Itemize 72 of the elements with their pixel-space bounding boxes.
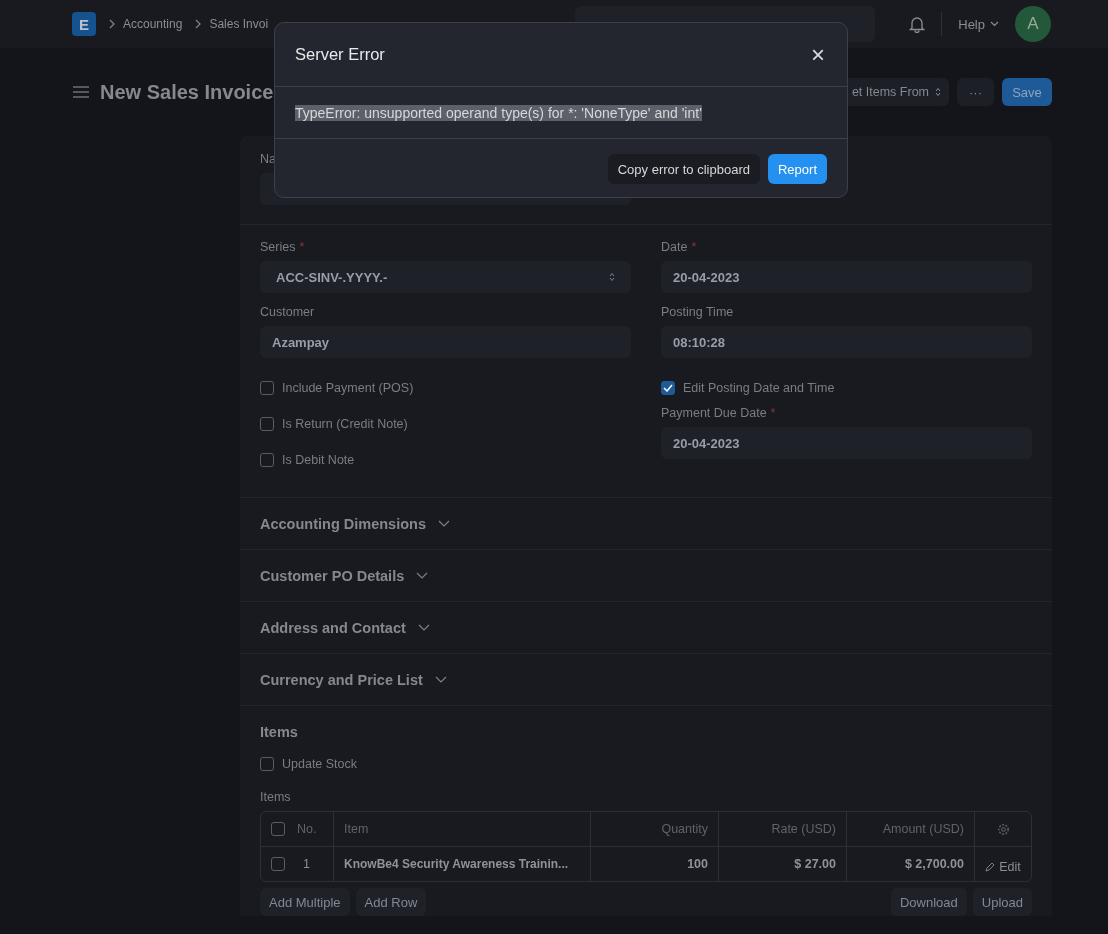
section-header[interactable]: Currency and Price List [240, 654, 1052, 706]
checkbox[interactable] [260, 381, 274, 395]
input-field[interactable]: 08:10:28 [661, 326, 1032, 358]
help-menu-button[interactable]: Help [958, 16, 999, 32]
page-title: New Sales Invoice [100, 80, 274, 104]
more-button[interactable]: ··· [957, 78, 994, 106]
table-cell: 1 [303, 857, 310, 871]
chevron-down-icon [990, 21, 999, 27]
chevron-down-icon [417, 624, 430, 631]
checkbox-label: Is Debit Note [282, 453, 355, 467]
section-header[interactable]: Accounting Dimensions [240, 498, 1052, 550]
chevron-down-icon [416, 572, 429, 579]
bell-icon[interactable] [909, 15, 926, 33]
checkbox-label: Edit Posting Date and Time [683, 381, 835, 395]
checkbox[interactable] [260, 417, 274, 431]
breadcrumb-link[interactable]: Sales Invoi [209, 17, 269, 31]
settings-icon[interactable] [996, 822, 1010, 836]
sort-arrows-icon [935, 87, 941, 97]
checkbox[interactable] [260, 453, 274, 467]
table-cell: 100 [591, 847, 719, 881]
checkbox[interactable] [661, 381, 675, 395]
required-mark: * [691, 240, 697, 254]
select-field[interactable]: ACC-SINV-.YYYY.- [260, 261, 631, 293]
table-button[interactable]: Upload [972, 888, 1032, 916]
column-header: Quantity [591, 812, 719, 846]
chevron-down-icon [437, 520, 450, 527]
required-mark: * [299, 240, 305, 254]
checkbox[interactable] [271, 822, 285, 836]
field-label: Posting Time [661, 305, 734, 319]
table-label: Items [260, 790, 291, 804]
app-logo[interactable]: E [72, 12, 96, 36]
report-button[interactable]: Report [767, 154, 827, 184]
pencil-icon [985, 862, 996, 872]
field-label: Date [661, 240, 688, 254]
column-header: Item [334, 812, 591, 846]
section-header[interactable]: Address and Contact [240, 602, 1052, 654]
dialog-title: Server Error [295, 45, 385, 64]
input-field[interactable]: 20-04-2023 [661, 427, 1032, 459]
checkbox[interactable] [260, 757, 274, 771]
table-button[interactable]: Download [890, 888, 967, 916]
input-field[interactable]: 20-04-2023 [661, 261, 1032, 293]
table-cell: KnowBe4 Security Awareness Trainin... [334, 847, 591, 881]
column-header: Rate (USD) [719, 812, 847, 846]
table-cell: $ 2,700.00 [847, 847, 975, 881]
table-button[interactable]: Add Row [355, 888, 427, 916]
checkbox-label: Is Return (Credit Note) [282, 417, 408, 431]
section-title: Items [260, 724, 298, 740]
section-header[interactable]: Customer PO Details [240, 550, 1052, 602]
field-label: Customer [260, 305, 315, 319]
save-button[interactable]: Save [1002, 78, 1052, 106]
field-label: Series [260, 240, 296, 254]
checkbox-label: Include Payment (POS) [282, 381, 414, 395]
table-cell: $ 27.00 [719, 847, 847, 881]
chevron-right-icon [109, 19, 115, 29]
field-label: Payment Due Date [661, 406, 767, 420]
error-message: TypeError: unsupported operand type(s) for *: 'NoneType' and 'int' [295, 104, 702, 121]
table-button[interactable]: Add Multiple [260, 888, 350, 916]
checkbox-label: Update Stock [282, 757, 358, 771]
user-avatar[interactable]: A [1015, 6, 1051, 42]
column-header: Amount (USD) [847, 812, 975, 846]
chevron-down-icon [434, 676, 447, 683]
input-field[interactable]: Azampay [260, 326, 631, 358]
sort-arrows-icon [609, 272, 615, 282]
required-mark: * [770, 406, 776, 420]
breadcrumb-link[interactable]: Accounting [123, 17, 183, 31]
column-header: No. [297, 822, 317, 836]
chevron-right-icon [195, 19, 202, 29]
close-button[interactable]: × [809, 42, 827, 67]
checkbox[interactable] [271, 857, 285, 871]
menu-icon[interactable] [73, 86, 89, 98]
copy-button[interactable]: Copy error to clipboard [607, 154, 760, 184]
edit-button[interactable]: Edit [985, 860, 1021, 874]
